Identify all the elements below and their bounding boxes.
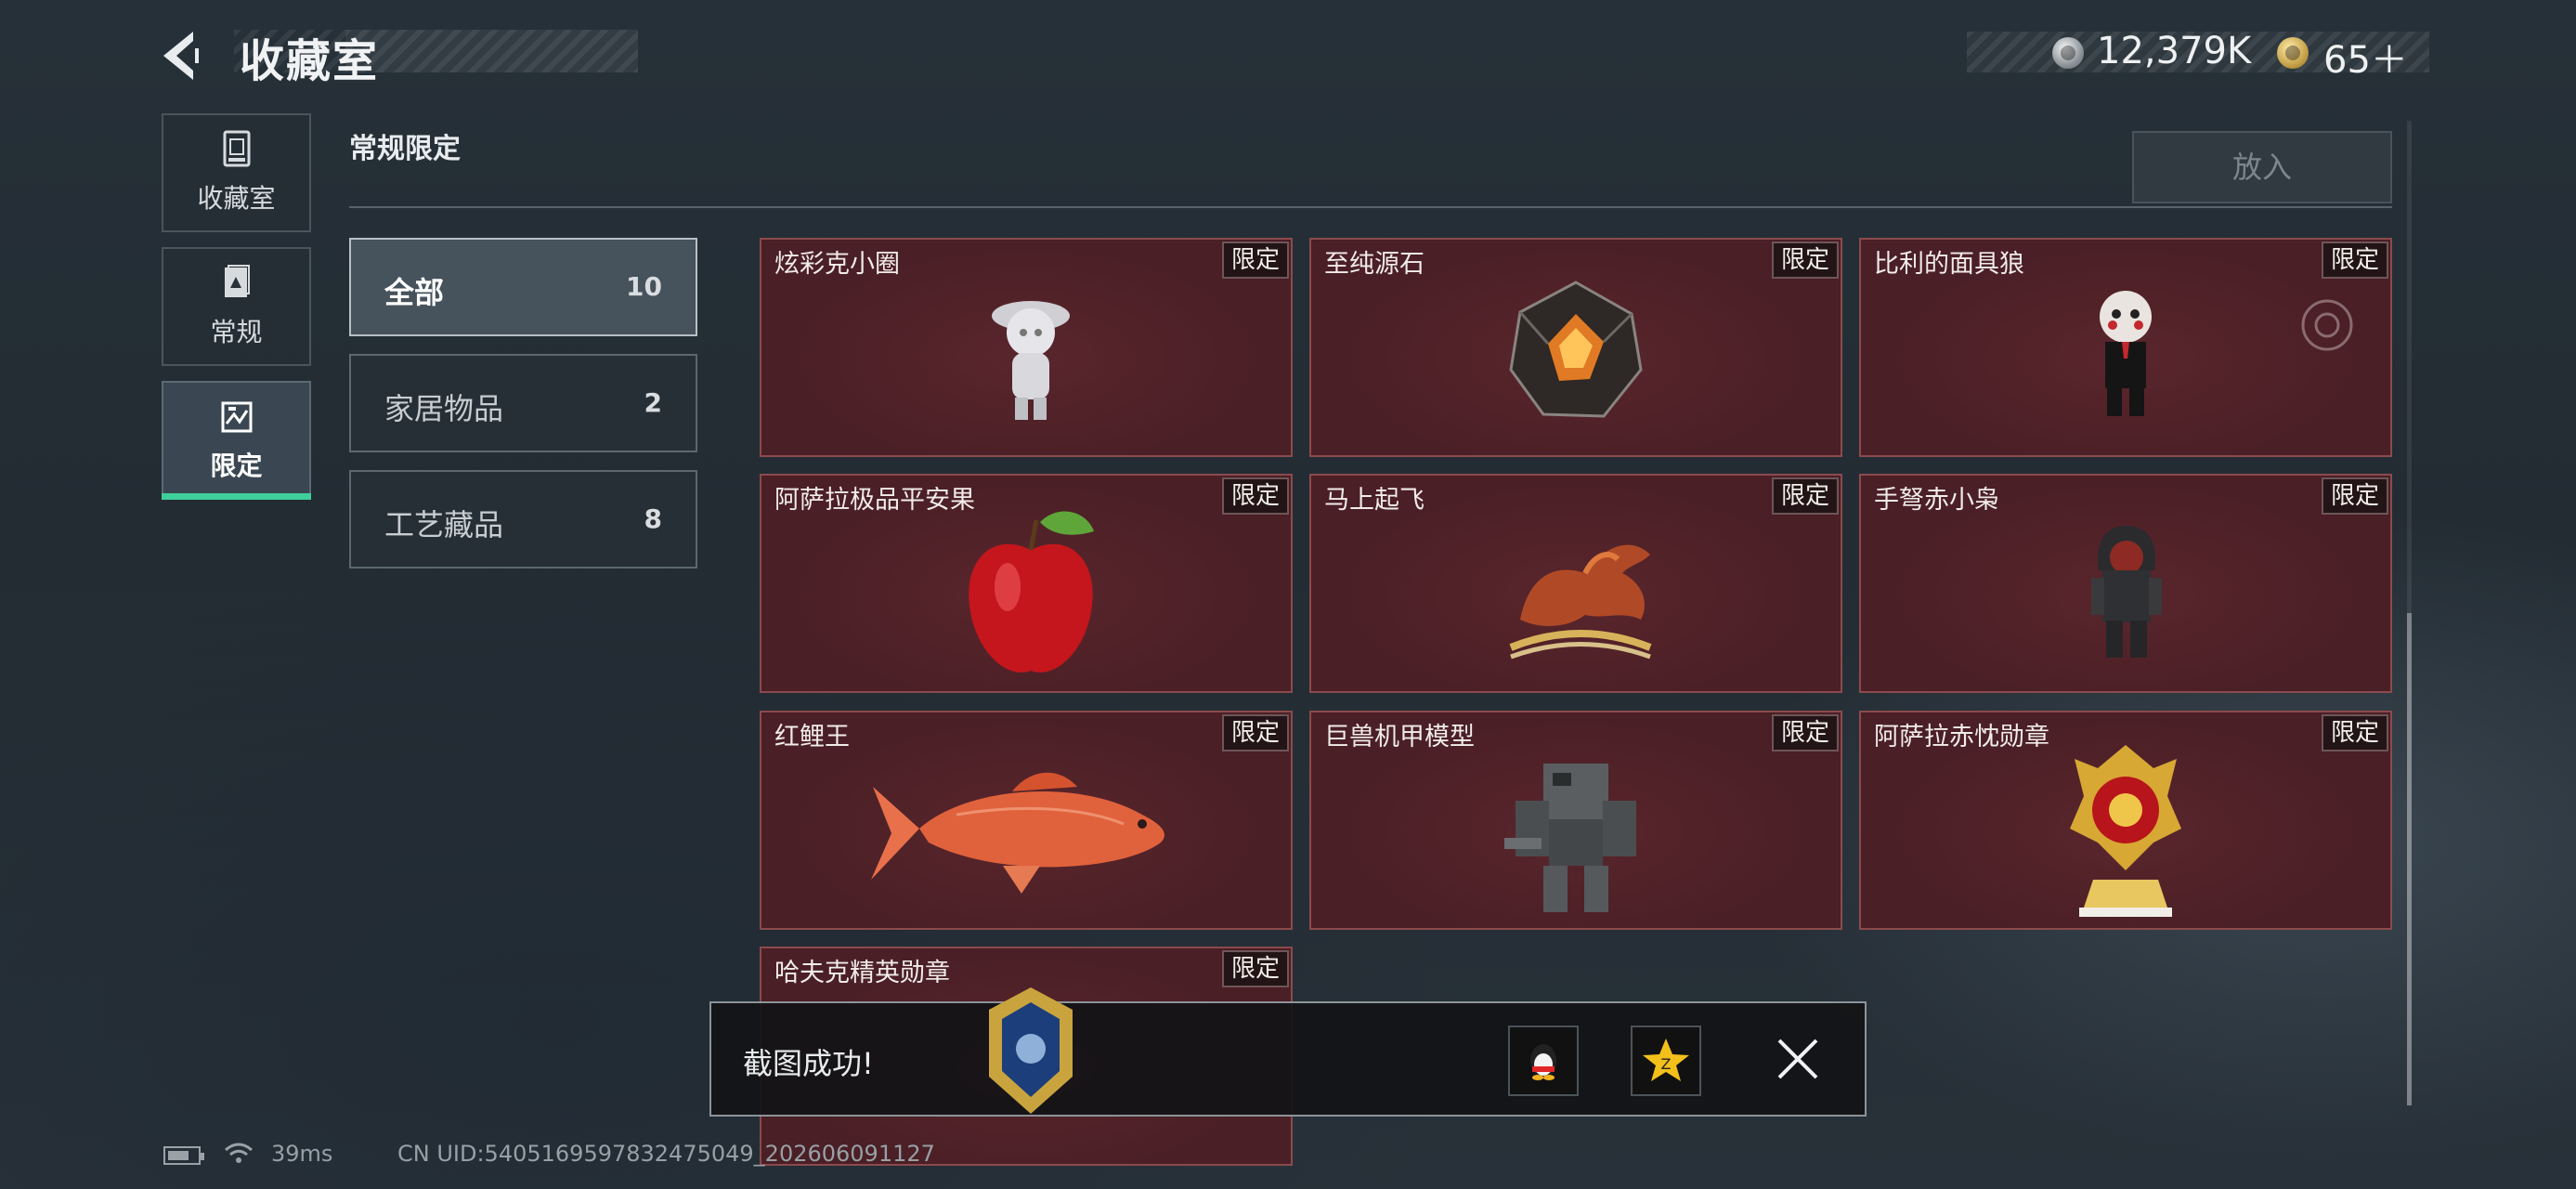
svg-text:Z: Z [1661,1055,1672,1073]
page-title: 收藏室 [240,35,380,87]
category-name: 全部 [384,275,445,310]
qzone-share-icon: Z [1643,1039,1689,1081]
limited-tag: 限定 [1772,477,1839,515]
item-card[interactable]: 巨兽机甲模型 限定 [1309,711,1842,930]
category-craft[interactable]: 工艺藏品 8 [349,470,697,568]
back-arrow-icon [163,32,199,80]
wifi-icon [225,1143,253,1163]
item-name: 阿萨拉极品平安果 [774,486,975,515]
item-name: 手弩赤小枭 [1874,486,1999,515]
category-name: 家居物品 [384,391,504,426]
trash-bin-icon [223,130,250,167]
puppet-figure-icon [2100,291,2152,416]
nav-label: 常规 [210,317,263,347]
scrollbar-thumb[interactable] [2407,613,2412,1105]
battery-icon [163,1146,204,1165]
toast-message: 截图成功! [743,1046,874,1081]
item-name: 巨兽机甲模型 [1324,723,1475,751]
nav-limited[interactable]: 限定 [162,381,311,496]
screenshot-toast: 截图成功! Z [709,1001,1867,1117]
silver-amount: 12,379K [2097,30,2252,72]
category-name: 工艺藏品 [384,507,504,542]
figurine-icon [992,301,1070,420]
limited-icon [221,401,252,433]
gold-amount[interactable]: 65＋ [2323,30,2408,84]
item-name: 红鲤王 [774,723,850,751]
category-home[interactable]: 家居物品 2 [349,354,697,452]
category-all[interactable]: 全部 10 [349,238,697,336]
section-title: 常规限定 [349,133,461,165]
qq-share-button[interactable] [1508,1026,1579,1096]
close-icon[interactable] [1776,1037,1820,1081]
item-card[interactable]: 手弩赤小枭 限定 [1859,474,2392,693]
apple-icon [969,511,1094,673]
item-card[interactable]: 至纯源石 限定 [1309,238,1842,457]
hooded-figure-icon [2091,526,2162,658]
limited-tag: 限定 [1222,950,1289,987]
target-icon[interactable] [2297,295,2357,355]
item-card[interactable]: 马上起飞 限定 [1309,474,1842,693]
limited-tag: 限定 [2322,714,2388,751]
item-name: 阿萨拉赤忱勋章 [1874,723,2049,751]
silver-coin-icon [2052,37,2084,69]
item-card[interactable]: 炫彩克小圈 限定 [760,238,1293,457]
limited-tag: 限定 [1222,714,1289,751]
place-button[interactable]: 放入 [2132,131,2392,203]
limited-tag: 限定 [1772,242,1839,279]
item-name: 至纯源石 [1324,250,1425,279]
limited-tag: 限定 [2322,242,2388,279]
crystal-stone-icon [1509,281,1643,418]
item-card[interactable]: 比利的面具狼 限定 [1859,238,2392,457]
item-name: 马上起飞 [1324,486,1425,515]
carp-fish-icon [871,772,1164,894]
limited-tag: 限定 [2322,477,2388,515]
nav-label: 限定 [210,451,263,481]
gold-medal-icon [2070,745,2181,917]
item-card[interactable]: 红鲤王 限定 [760,711,1293,930]
mech-model-icon [1504,764,1636,912]
item-card[interactable]: 阿萨拉极品平安果 限定 [760,474,1293,693]
item-name: 比利的面具狼 [1874,250,2024,279]
nav-collection-room[interactable]: 收藏室 [162,113,311,232]
gold-coin-icon [2277,37,2309,69]
divider [349,206,2392,208]
badge-icon [989,987,1073,1114]
nav-label: 收藏室 [197,183,276,214]
item-name: 哈夫克精英勋章 [774,959,950,987]
category-count: 2 [644,387,662,418]
qzone-share-button[interactable]: Z [1631,1026,1701,1096]
active-indicator [162,493,311,500]
category-count: 10 [626,271,662,302]
item-card[interactable]: 阿萨拉赤忱勋章 限定 [1859,711,2392,930]
limited-tag: 限定 [1772,714,1839,751]
qq-share-icon [1530,1044,1556,1080]
category-count: 8 [644,503,662,534]
limited-tag: 限定 [1222,477,1289,515]
document-icon [224,265,250,297]
horse-statue-icon [1509,544,1652,660]
uid-text: CN UID:5405169597832475049_202606091127 [397,1141,935,1167]
item-name: 炫彩克小圈 [774,250,900,279]
ping-text: 39ms [271,1141,333,1167]
back-button[interactable] [158,28,223,84]
limited-tag: 限定 [1222,242,1289,279]
nav-regular[interactable]: 常规 [162,247,311,366]
